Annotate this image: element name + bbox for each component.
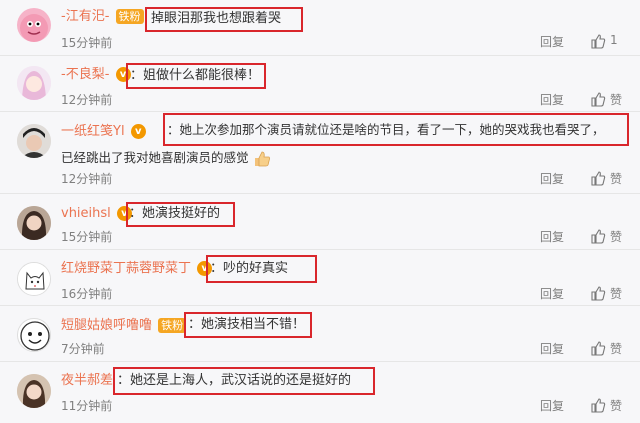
reply-button[interactable]: 回复	[540, 285, 564, 302]
comment-text: ：她演技相当不错！	[188, 317, 306, 332]
comment-time: 7分钟前	[61, 342, 105, 356]
comment-username[interactable]: 夜半郝差	[61, 373, 113, 388]
comment-text: ：她演技挺好的	[129, 206, 221, 221]
like-icon[interactable]	[590, 228, 606, 244]
comment-username[interactable]: 一纸红笺Yl	[61, 124, 125, 139]
comment-time: 12分钟前	[61, 93, 113, 107]
comment-text: 掉眼泪那我也想跟着哭	[151, 11, 282, 26]
reply-button[interactable]: 回复	[540, 340, 564, 357]
avatar[interactable]	[17, 374, 51, 408]
comment-item: vhieihsl v ：她演技挺好的 15分钟前 回复 赞	[0, 194, 640, 250]
man-portrait-avatar-icon	[17, 124, 51, 158]
comment-text: ：她上次参加那个演员请就位还是啥的节目，看了一下，她的哭戏我也看哭了，	[167, 122, 605, 137]
cat-sketch-avatar-icon	[18, 263, 50, 295]
like-icon[interactable]	[590, 91, 606, 107]
comment-text: ：吵的好真实	[210, 261, 289, 276]
like-count: 1	[610, 33, 618, 47]
comment-list: -江有汜- 铁粉 掉眼泪那我也想跟着哭 15分钟前 回复 1 -不良梨- v ：…	[0, 0, 640, 423]
comment-text: ：姐做什么都能很棒！	[130, 68, 261, 83]
avatar[interactable]	[17, 124, 51, 158]
comment-text: ：她还是上海人，武汉话说的还是挺好的	[117, 373, 352, 388]
like-label: 赞	[610, 172, 623, 186]
like-label: 赞	[610, 399, 623, 413]
like-label: 赞	[610, 93, 623, 107]
comment-item: -江有汜- 铁粉 掉眼泪那我也想跟着哭 15分钟前 回复 1	[0, 0, 640, 56]
patrick-avatar-icon	[20, 14, 48, 42]
woman-portrait-avatar-icon	[17, 374, 51, 408]
like-label: 赞	[610, 342, 623, 356]
like-icon[interactable]	[590, 33, 606, 49]
like-icon[interactable]	[590, 285, 606, 301]
comment-username[interactable]: -江有汜-	[61, 9, 109, 24]
reply-button[interactable]: 回复	[540, 397, 564, 414]
vip-icon: v	[130, 124, 146, 139]
comment-item: 一纸红笺Yl v ：她上次参加那个演员请就位还是啥的节目，看了一下，她的哭戏我也…	[0, 112, 640, 194]
comment-username[interactable]: 红烧野菜丁蒜蓉野菜丁	[61, 261, 191, 276]
comment-item: -不良梨- v ：姐做什么都能很棒！ 12分钟前 回复 赞	[0, 56, 640, 112]
smiley-face-avatar-icon	[20, 321, 50, 351]
comment-time: 11分钟前	[61, 399, 113, 413]
comment-item: 红烧野菜丁蒜蓉野菜丁 v ：吵的好真实 16分钟前 回复 赞	[0, 250, 640, 306]
fan-badge[interactable]: 铁粉	[158, 318, 187, 333]
comment-time: 12分钟前	[61, 172, 113, 186]
like-icon[interactable]	[590, 170, 606, 186]
avatar[interactable]	[17, 8, 51, 42]
comment-username[interactable]: vhieihsl	[61, 206, 111, 221]
avatar[interactable]	[17, 206, 51, 240]
like-label: 赞	[610, 287, 623, 301]
like-label: 赞	[610, 230, 623, 244]
comment-time: 15分钟前	[61, 36, 113, 50]
like-icon[interactable]	[590, 340, 606, 356]
reply-button[interactable]: 回复	[540, 33, 564, 50]
comment-time: 15分钟前	[61, 230, 113, 244]
avatar[interactable]	[17, 262, 51, 296]
comment-username[interactable]: -不良梨-	[61, 67, 109, 82]
reply-button[interactable]: 回复	[540, 170, 564, 187]
fan-badge[interactable]: 铁粉	[115, 9, 144, 24]
comment-text-continued: 已经跳出了我对她喜剧演员的感觉	[61, 150, 249, 165]
woman-portrait-avatar-icon	[17, 206, 51, 240]
comment-item: 夜半郝差 ：她还是上海人，武汉话说的还是挺好的 11分钟前 回复 赞	[0, 362, 640, 423]
anime-girl-avatar-icon	[17, 66, 51, 100]
thumbs-up-emoji-icon	[253, 151, 271, 167]
like-icon[interactable]	[590, 397, 606, 413]
avatar[interactable]	[17, 66, 51, 100]
comment-time: 16分钟前	[61, 287, 113, 301]
reply-button[interactable]: 回复	[540, 228, 564, 245]
reply-button[interactable]: 回复	[540, 91, 564, 108]
comment-item: 短腿姑娘呼噜噜 铁粉 ：她演技相当不错！ 7分钟前 回复 赞	[0, 306, 640, 362]
comment-username[interactable]: 短腿姑娘呼噜噜	[61, 318, 152, 333]
avatar[interactable]	[17, 318, 51, 352]
